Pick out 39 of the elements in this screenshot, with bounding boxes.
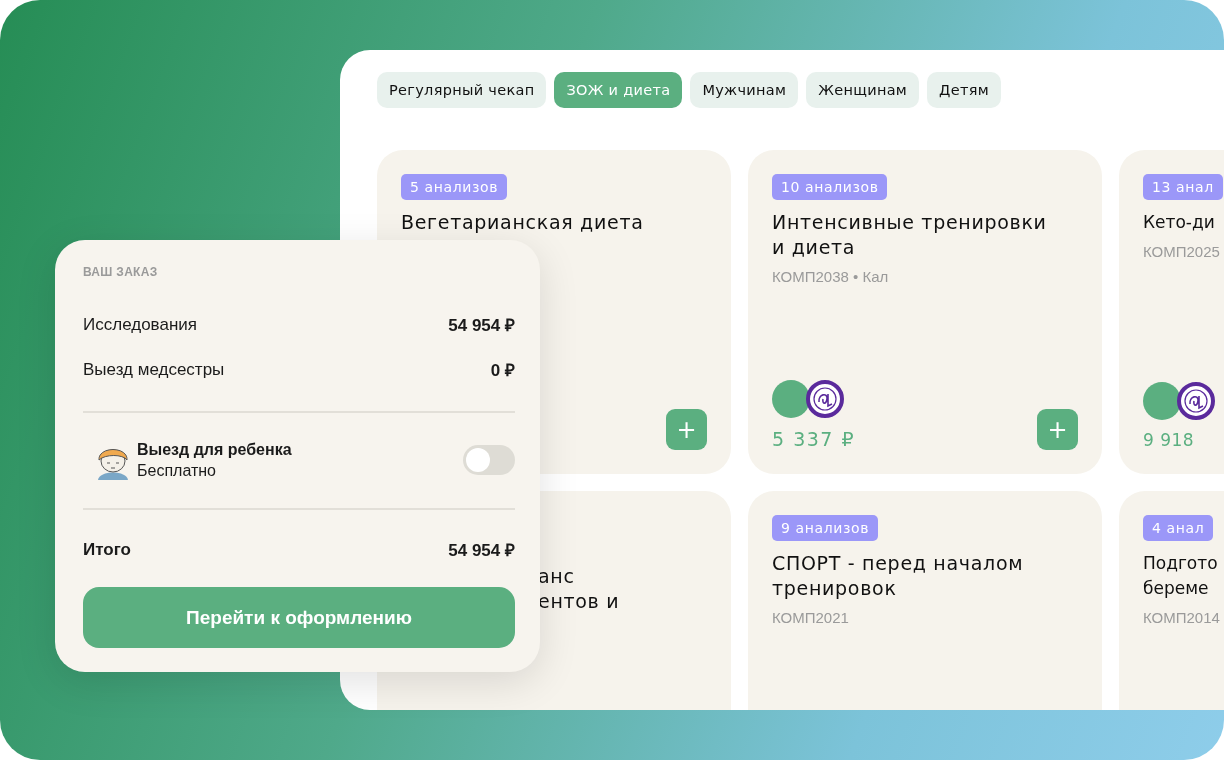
test-count-tag: 9 анализов	[772, 515, 878, 541]
card-title: СПОРТ - перед началом тренировок	[772, 551, 1025, 601]
card-code: КОМП2014	[1143, 609, 1221, 626]
total-label: Итого	[83, 539, 131, 560]
order-line-value: 54 954 ₽	[448, 315, 515, 336]
test-count-tag: 5 анализов	[401, 174, 507, 200]
category-tab[interactable]: Детям	[927, 72, 1001, 108]
category-tab[interactable]: Мужчинам	[690, 72, 799, 108]
card-code: КОМП2021	[772, 609, 850, 626]
child-trip-title: Выезд для ребенка	[137, 440, 293, 459]
circle-logo-icon	[772, 380, 810, 418]
order-line-value: 0 ₽	[490, 360, 515, 381]
swirl-logo-icon	[1177, 382, 1215, 420]
category-tab[interactable]: Женщинам	[806, 72, 920, 108]
card-title: Подгото береме	[1143, 552, 1219, 600]
order-line-label: Выезд медсестры	[83, 359, 225, 380]
card-title: Вегетарианская диета	[401, 210, 645, 235]
card-price: 9 918	[1143, 430, 1195, 450]
child-trip-price: Бесплатно	[137, 461, 217, 480]
test-card[interactable]: 13 анал Кето-ди КОМП2025 9 918	[1119, 150, 1224, 474]
test-count-tag: 13 анал	[1143, 174, 1223, 200]
category-tab[interactable]: Регулярный чекап	[377, 72, 547, 108]
test-count-tag: 10 анализов	[772, 174, 888, 200]
card-title: Интенсивные тренировки и диета	[772, 210, 1048, 260]
test-card[interactable]: 9 анализов СПОРТ - перед началом тренировок КОМП2021	[748, 491, 1102, 710]
card-code: КОМП2025	[1143, 243, 1221, 260]
card-price: 5 337 ₽	[772, 428, 856, 450]
card-title: Кето-ди	[1143, 211, 1216, 234]
card-code: КОМП2038 • Кал	[772, 268, 890, 285]
test-card[interactable]: 4 анал Подгото береме КОМП2014	[1119, 491, 1224, 710]
total-value: 54 954 ₽	[448, 540, 515, 561]
order-heading: ВАШ ЗАКАЗ	[83, 265, 159, 279]
order-line-label: Исследования	[83, 314, 197, 335]
card-title: анс ентов и	[537, 564, 621, 614]
circle-logo-icon	[1143, 382, 1181, 420]
toggle-switch[interactable]	[463, 445, 515, 475]
swirl-logo-icon	[806, 380, 844, 418]
test-count-tag: 4 анал	[1143, 515, 1214, 541]
test-card[interactable]: 10 анализов Интенсивные тренировки и диета КОМП2038 • Кал 5 337 ₽ +	[748, 150, 1102, 474]
